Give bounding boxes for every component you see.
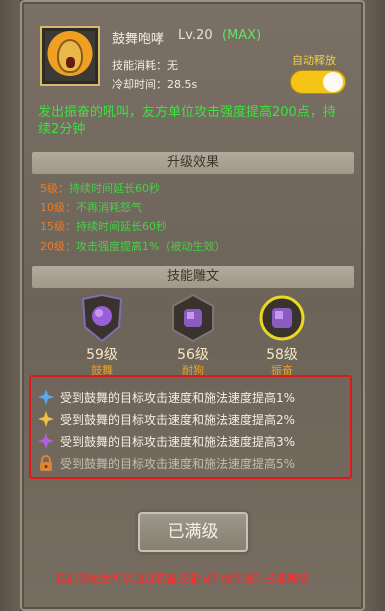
bonus-row: 受到鼓舞的目标攻击速度和施法速度提高2%	[38, 410, 295, 428]
auto-release-toggle[interactable]	[290, 70, 346, 94]
bonus-row: 受到鼓舞的目标攻击速度和施法速度提高1%	[38, 388, 295, 406]
toggle-knob	[323, 72, 343, 92]
skill-description: 发出振奋的吼叫，友方单位攻击强度提高200点，持续2分钟	[38, 105, 336, 137]
lock-icon	[40, 455, 52, 471]
circle-glyph-icon	[259, 295, 305, 341]
auto-release-label: 自动释放	[292, 54, 336, 67]
glyph-slot-1[interactable]	[79, 293, 125, 343]
glyph-level-3: 58级	[266, 347, 298, 363]
bonus-row: 受到鼓舞的目标攻击速度和施法速度提高5%	[38, 454, 295, 472]
glyph-slot-3[interactable]	[259, 293, 305, 343]
skill-max-tag: (MAX)	[222, 28, 262, 43]
hexagon-icon	[172, 293, 214, 343]
backdrop-right	[363, 0, 385, 611]
gold-star-icon	[38, 411, 54, 427]
upgrade-line: 15级：持续时间延长60秒	[40, 220, 167, 233]
roaring-face-icon	[45, 31, 95, 81]
skill-level: Lv.20	[178, 28, 213, 43]
skill-icon	[40, 26, 100, 86]
purple-star-icon	[38, 433, 54, 449]
max-level-button[interactable]: 已满级	[138, 512, 248, 552]
upgrade-line: 20级：攻击强度提高1%（被动生效）	[40, 240, 226, 253]
glyph-slot-2[interactable]	[170, 293, 216, 343]
backdrop-left	[0, 0, 20, 611]
skill-name: 鼓舞咆哮	[112, 32, 165, 47]
footer-note: 技能满级后可以通过装备技能词条继续提升技能等级	[56, 572, 309, 585]
bonus-row: 受到鼓舞的目标攻击速度和施法速度提高3%	[38, 432, 295, 450]
upgrade-line: 10级：不再消耗怒气	[40, 201, 142, 214]
skill-cost: 技能消耗：无	[112, 59, 178, 72]
glyph-level-2: 56级	[177, 347, 209, 363]
skill-cooldown: 冷却时间：28.5s	[112, 78, 198, 91]
blue-star-icon	[38, 389, 54, 405]
glyph-level-1: 59级	[86, 347, 118, 363]
upgrade-effects-header: 升级效果	[32, 152, 354, 174]
glyphs-header: 技能雕文	[32, 266, 354, 288]
upgrade-line: 5级：持续时间延长60秒	[40, 182, 160, 195]
shield-icon	[81, 293, 123, 343]
